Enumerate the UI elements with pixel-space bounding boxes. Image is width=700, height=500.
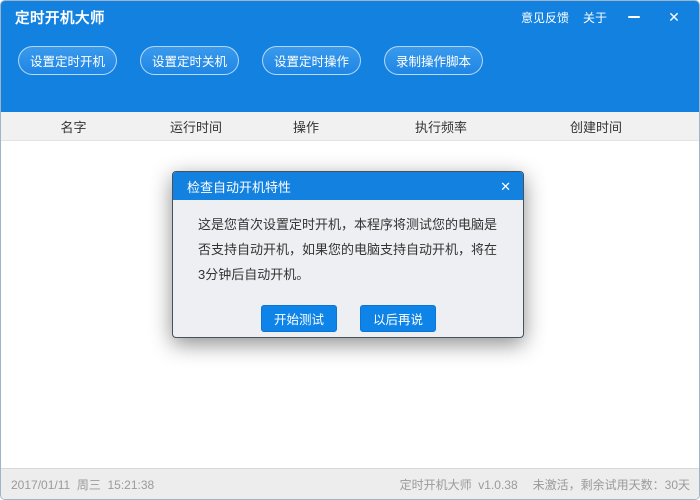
dialog-close-icon: ✕ <box>500 178 511 194</box>
set-scheduled-boot-button[interactable]: 设置定时开机 <box>18 46 118 75</box>
start-test-button[interactable]: 开始测试 <box>261 305 337 332</box>
set-scheduled-shutdown-button[interactable]: 设置定时关机 <box>140 46 240 75</box>
record-script-button[interactable]: 录制操作脚本 <box>384 46 484 75</box>
later-button[interactable]: 以后再说 <box>360 305 436 332</box>
column-header-created: 创建时间 <box>569 119 622 135</box>
top-blue-area: 定时开机大师 意见反馈 关于 ✕ 设置定时开机 设置定时关机 设置定时操作 录制… <box>1 1 699 112</box>
minimize-button[interactable] <box>621 6 647 28</box>
column-header-frequency: 执行频率 <box>414 119 467 135</box>
close-button[interactable]: ✕ <box>661 6 687 28</box>
minimize-icon <box>628 16 640 18</box>
task-table-header: 名字 运行时间 操作 执行频率 创建时间 <box>1 112 699 141</box>
column-header-runtime: 运行时间 <box>169 119 222 135</box>
close-icon: ✕ <box>668 9 680 25</box>
dialog-message: 这是您首次设置定时开机，本程序将测试您的电脑是否支持自动开机，如果您的电脑支持自… <box>198 217 498 282</box>
check-autoboot-dialog: 检查自动开机特性 ✕ 这是您首次设置定时开机，本程序将测试您的电脑是否支持自动开… <box>172 171 524 338</box>
set-scheduled-operation-button[interactable]: 设置定时操作 <box>262 46 362 75</box>
status-app-version: 定时开机大师 v1.0.38 <box>399 477 518 492</box>
dialog-buttons: 开始测试 以后再说 <box>198 305 499 332</box>
titlebar-right: 意见反馈 关于 ✕ <box>521 6 687 28</box>
statusbar-right: 定时开机大师 v1.0.38 未激活，剩余试用天数：30天 <box>400 476 690 493</box>
about-link[interactable]: 关于 <box>583 9 607 26</box>
feedback-link[interactable]: 意见反馈 <box>521 9 569 26</box>
statusbar: 2017/01/11 周三 15:21:38 定时开机大师 v1.0.38 未激… <box>1 468 699 499</box>
app-title: 定时开机大师 <box>15 10 105 27</box>
dialog-titlebar: 检查自动开机特性 ✕ <box>173 172 523 200</box>
column-header-operation: 操作 <box>292 119 319 135</box>
status-datetime: 2017/01/11 周三 15:21:38 <box>11 477 155 492</box>
titlebar: 定时开机大师 意见反馈 关于 ✕ <box>1 1 699 33</box>
dialog-close-button[interactable]: ✕ <box>500 180 511 193</box>
dialog-body: 这是您首次设置定时开机，本程序将测试您的电脑是否支持自动开机，如果您的电脑支持自… <box>173 200 523 332</box>
dialog-title: 检查自动开机特性 <box>187 179 292 195</box>
toolbar: 设置定时开机 设置定时关机 设置定时操作 录制操作脚本 <box>1 33 699 75</box>
column-header-name: 名字 <box>60 119 87 135</box>
status-activation: 未激活，剩余试用天数：30天 <box>532 477 690 492</box>
